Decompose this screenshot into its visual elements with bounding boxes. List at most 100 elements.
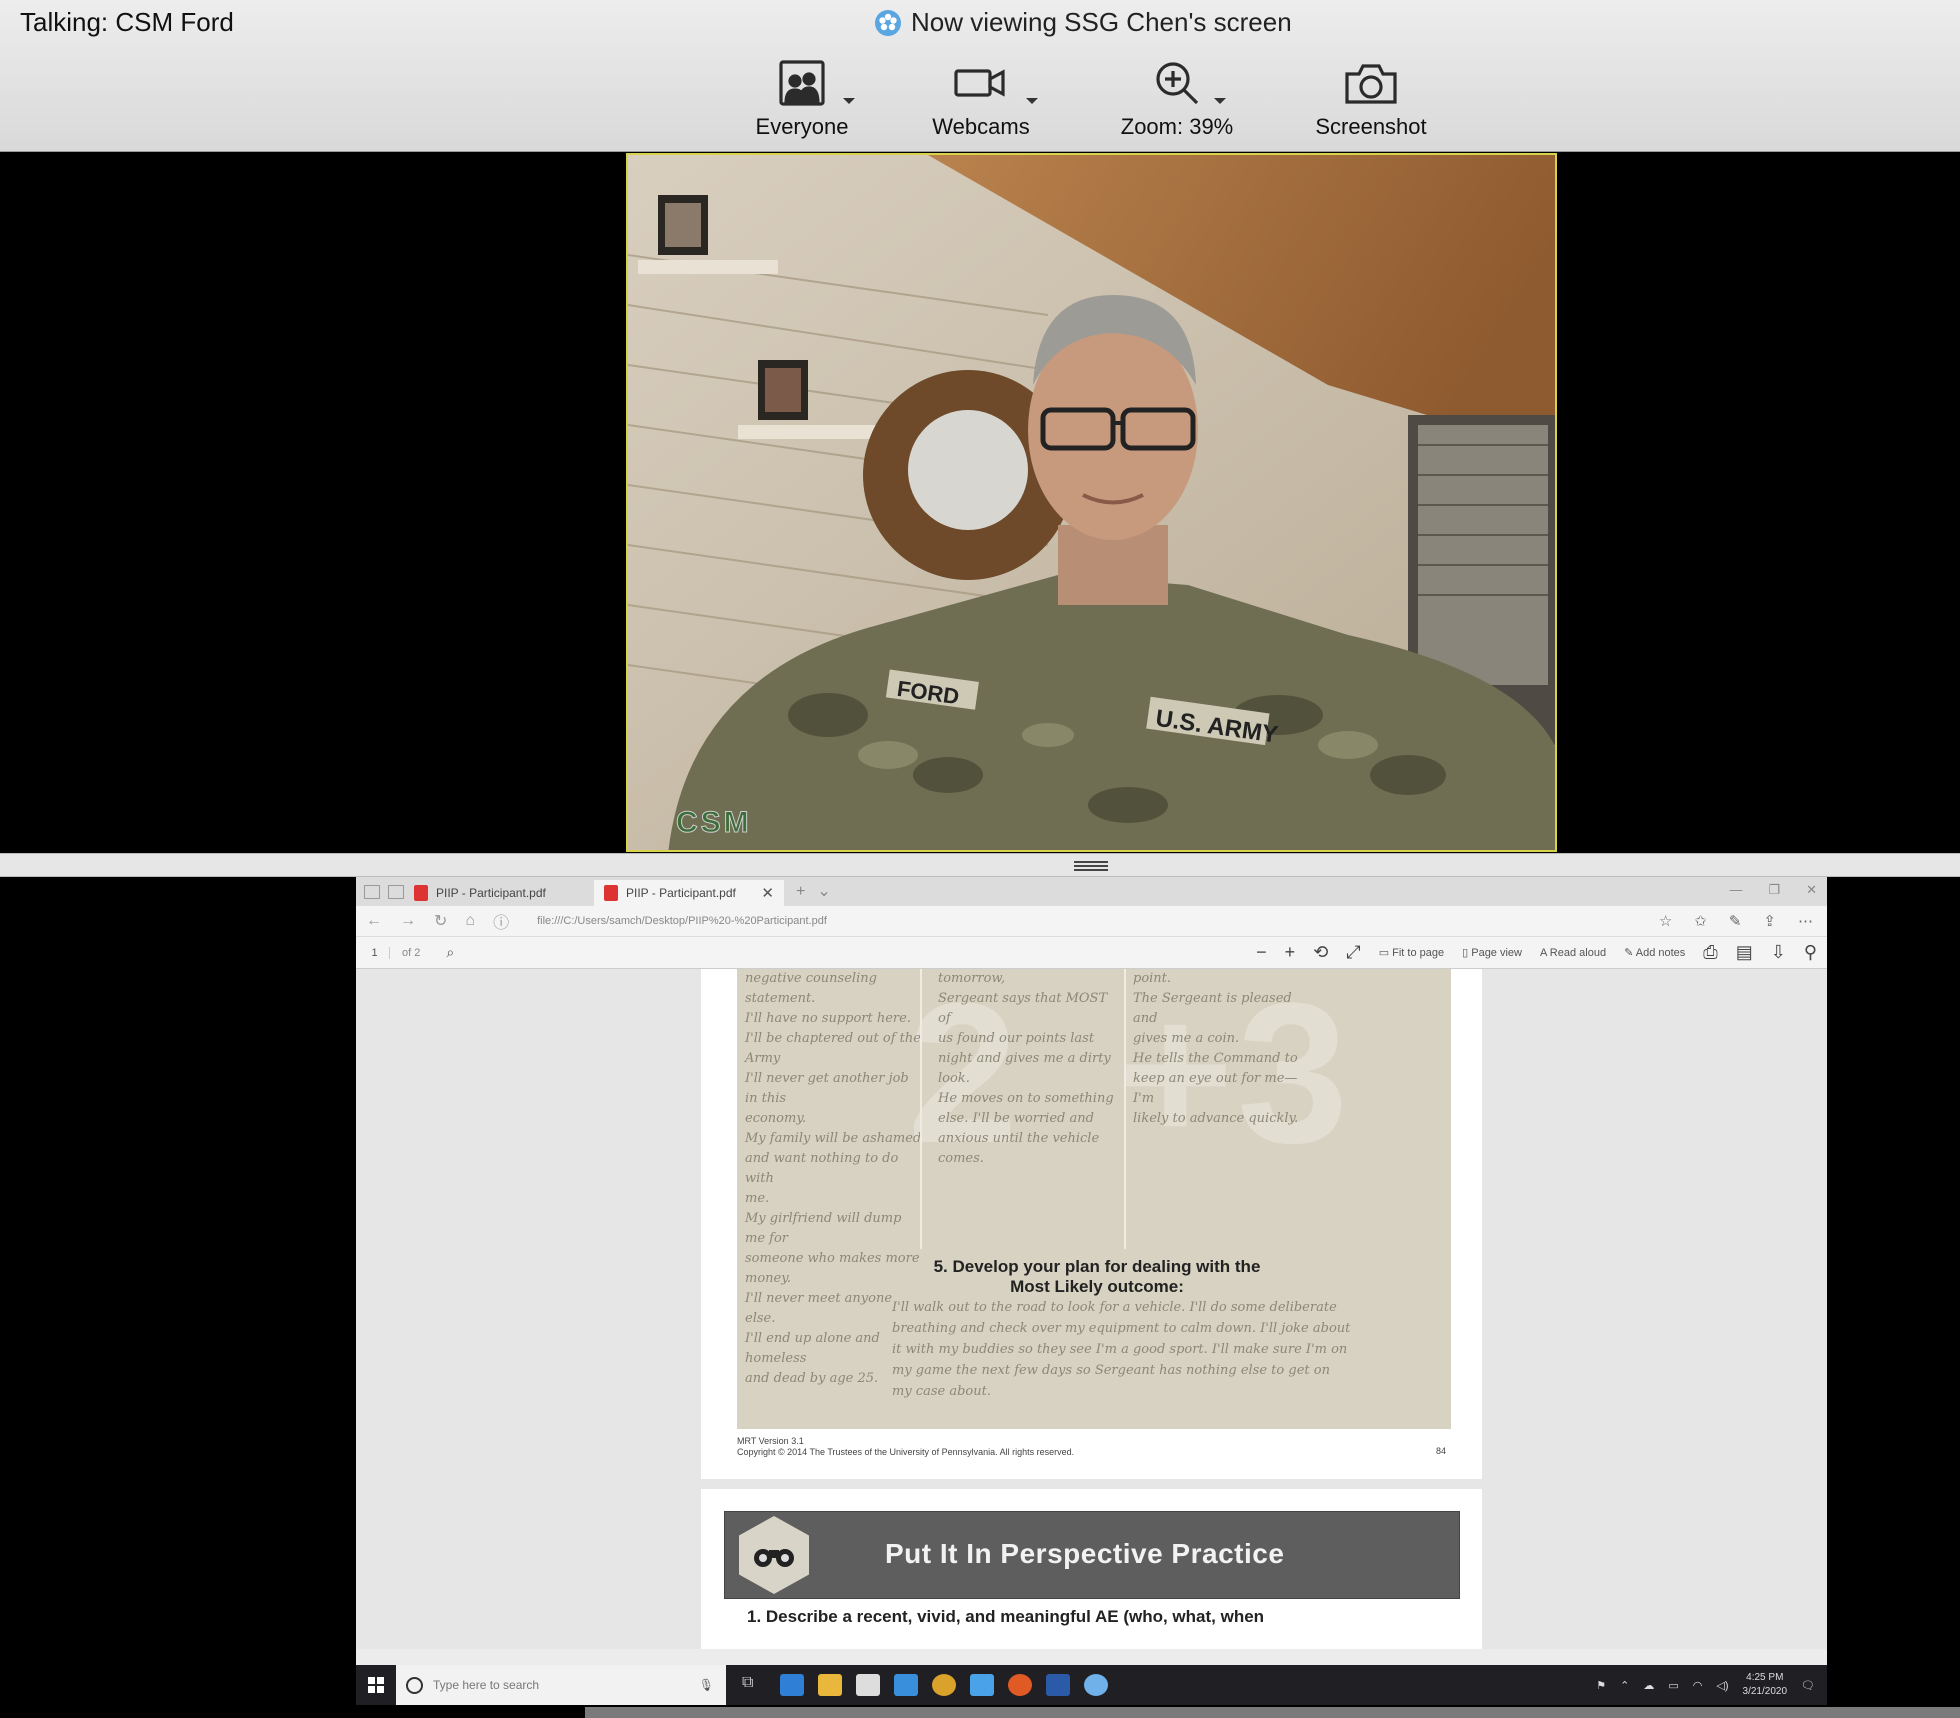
volume-icon[interactable]: ◁) — [1716, 1679, 1728, 1692]
firefox-icon[interactable] — [1008, 1674, 1032, 1696]
new-tab-icon[interactable]: + — [796, 883, 805, 901]
add-notes-button[interactable]: ✎ Add notes — [1624, 946, 1685, 959]
zoom-in-icon — [1156, 62, 1199, 105]
page-view-button[interactable]: ▯ Page view — [1462, 946, 1522, 959]
webcam-name-tag: CSM — [676, 806, 752, 840]
save-icon[interactable]: ▤ — [1736, 942, 1753, 963]
drag-handle-icon[interactable] — [1074, 861, 1108, 871]
fullscreen-icon[interactable]: ⤢ — [1346, 942, 1360, 963]
taskbar-clock[interactable]: 4:25 PM 3/21/2020 — [1743, 1671, 1788, 1699]
browser-tab[interactable]: PIIP - Participant.pdf — [404, 880, 594, 906]
question-text: 1. Describe a recent, vivid, and meaning… — [747, 1607, 1265, 1626]
pdf-page: 2 + 3 against me AND I'll get a negative… — [701, 969, 1482, 1479]
task-view-icon[interactable]: ⧉ — [742, 1674, 766, 1696]
more-icon[interactable]: ⋯ — [1798, 912, 1813, 930]
pen-icon[interactable]: ✎ — [1729, 912, 1742, 930]
clock-date: 3/21/2020 — [1742, 1686, 1788, 1697]
pin-icon[interactable]: ⚲ — [1804, 942, 1817, 963]
back-icon[interactable]: ← — [366, 912, 382, 930]
read-aloud-label: Read aloud — [1549, 946, 1607, 959]
people-tray-icon[interactable]: ⚑ — [1596, 1679, 1606, 1692]
save-as-icon[interactable]: ⇩ — [1771, 942, 1786, 963]
chrome-icon[interactable] — [932, 1674, 956, 1696]
edge-icon[interactable] — [780, 1674, 804, 1696]
viewing-label: Now viewing SSG Chen's screen — [911, 7, 1292, 37]
favorites-icon[interactable]: ✩ — [1694, 912, 1707, 930]
everyone-button[interactable]: Everyone — [751, 52, 855, 140]
taskbar-search-input[interactable]: Type here to search 🎙 — [396, 1665, 726, 1705]
search-icon[interactable]: ⌕ — [446, 944, 454, 961]
pdf-icon — [604, 885, 618, 901]
page-number-input[interactable]: 1 — [360, 946, 390, 959]
meeting-app-icon[interactable] — [1084, 1674, 1108, 1696]
pdf-toolbar: 1 of 2 ⌕ − + ⟲ ⤢ ▭ Fit to page ▯ Page vi… — [356, 936, 1827, 969]
tab-actions-icon[interactable] — [364, 885, 380, 899]
screenshot-button[interactable]: Screenshot — [1308, 52, 1434, 140]
internet-explorer-icon[interactable] — [970, 1674, 994, 1696]
chevron-down-icon[interactable]: ⌄ — [817, 881, 830, 901]
talking-indicator: Talking: CSM Ford — [20, 7, 234, 37]
tab-label: PIIP - Participant.pdf — [626, 886, 736, 900]
screenshot-label: Screenshot — [1315, 114, 1427, 139]
chevron-down-icon — [843, 98, 855, 104]
pdf-viewer[interactable]: 2 + 3 against me AND I'll get a negative… — [356, 969, 1827, 1649]
zoom-in-icon[interactable]: + — [1285, 942, 1296, 963]
chevron-up-icon[interactable]: ⌃ — [1620, 1679, 1629, 1692]
fit-to-page-button[interactable]: ▭ Fit to page — [1379, 946, 1444, 959]
viewing-status: Now viewing SSG Chen's screen — [873, 7, 1292, 38]
microphone-icon[interactable]: 🎙 — [699, 1678, 714, 1692]
cloud-icon[interactable]: ☁ — [1643, 1679, 1654, 1692]
page-total: of 2 — [402, 946, 421, 959]
refresh-icon[interactable]: ↻ — [434, 911, 447, 931]
browser-tab-active[interactable]: PIIP - Participant.pdf ✕ — [594, 880, 784, 906]
store-icon[interactable] — [856, 1674, 880, 1696]
read-aloud-button[interactable]: A Read aloud — [1540, 947, 1606, 959]
home-icon[interactable]: ⌂ — [465, 912, 475, 930]
share-icon[interactable]: ⇪ — [1763, 912, 1776, 930]
top-toolbar: Talking: CSM Ford Now viewing SSG Chen's… — [0, 0, 1960, 152]
windows-logo-icon — [368, 1677, 384, 1693]
maximize-icon[interactable]: ❐ — [1768, 882, 1780, 898]
worksheet-panel: 2 + 3 against me AND I'll get a negative… — [737, 969, 1451, 1429]
tab-preview-icon[interactable] — [388, 885, 404, 899]
minimize-icon[interactable]: — — [1729, 882, 1742, 898]
section-banner: Put It In Perspective Practice — [724, 1511, 1460, 1599]
close-icon[interactable]: ✕ — [761, 884, 774, 902]
panel-splitter[interactable] — [0, 853, 1960, 877]
most-likely-column: At first formation tomorrow, Sergeant sa… — [938, 971, 1114, 1166]
zoom-label: Zoom: 39% — [1120, 114, 1234, 139]
horizontal-scrollbar[interactable] — [0, 1705, 1960, 1718]
url-field[interactable]: file:///C:/Users/samch/Desktop/PIIP%20-%… — [537, 915, 827, 927]
notifications-icon[interactable]: 🗨 — [1801, 1679, 1815, 1692]
rotate-icon[interactable]: ⟲ — [1313, 942, 1328, 963]
scrollbar-thumb[interactable] — [585, 1707, 1960, 1718]
print-icon[interactable]: ⎙ — [1703, 942, 1717, 963]
chevron-down-icon — [1026, 98, 1038, 104]
word-icon[interactable] — [1046, 1674, 1070, 1696]
windows-start-button[interactable] — [356, 1665, 396, 1705]
webcams-button[interactable]: Webcams — [926, 52, 1038, 140]
battery-icon[interactable]: ▭ — [1668, 1679, 1678, 1692]
binoculars-icon — [739, 1516, 809, 1594]
close-window-icon[interactable]: ✕ — [1806, 882, 1817, 898]
page-view-label: Page view — [1471, 947, 1522, 959]
zoom-button[interactable]: Zoom: 39% — [1114, 52, 1240, 140]
copyright-text: Copyright © 2014 The Trustees of the Uni… — [737, 1447, 1075, 1457]
favorite-star-icon[interactable]: ☆ — [1659, 912, 1672, 930]
address-bar: ← → ↻ ⌂ ⓘ file:///C:/Users/samch/Desktop… — [356, 906, 1827, 936]
forward-icon[interactable]: → — [400, 912, 416, 930]
fit-to-page-label: Fit to page — [1392, 947, 1445, 959]
add-notes-label: Add notes — [1635, 947, 1686, 959]
windows-taskbar: Type here to search 🎙 ⧉ ⚑ ⌃ ☁ ▭ ◠ ◁) 4:2… — [356, 1665, 1827, 1705]
browser-tab-bar: PIIP - Participant.pdf PIIP - Participan… — [356, 877, 1827, 906]
file-explorer-icon[interactable] — [818, 1674, 842, 1696]
chevron-down-icon — [1214, 98, 1226, 104]
plan-text: I'll walk out to the road to look for a … — [892, 1300, 1351, 1399]
tab-label: PIIP - Participant.pdf — [436, 886, 546, 900]
mail-icon[interactable] — [894, 1674, 918, 1696]
wifi-icon[interactable]: ◠ — [1693, 1679, 1703, 1692]
plan-heading: 5. Develop your plan for dealing with th… — [933, 1257, 1261, 1296]
clock-time: 4:25 PM — [1746, 1672, 1784, 1683]
zoom-out-icon[interactable]: − — [1256, 942, 1267, 963]
info-icon[interactable]: ⓘ — [493, 909, 509, 933]
